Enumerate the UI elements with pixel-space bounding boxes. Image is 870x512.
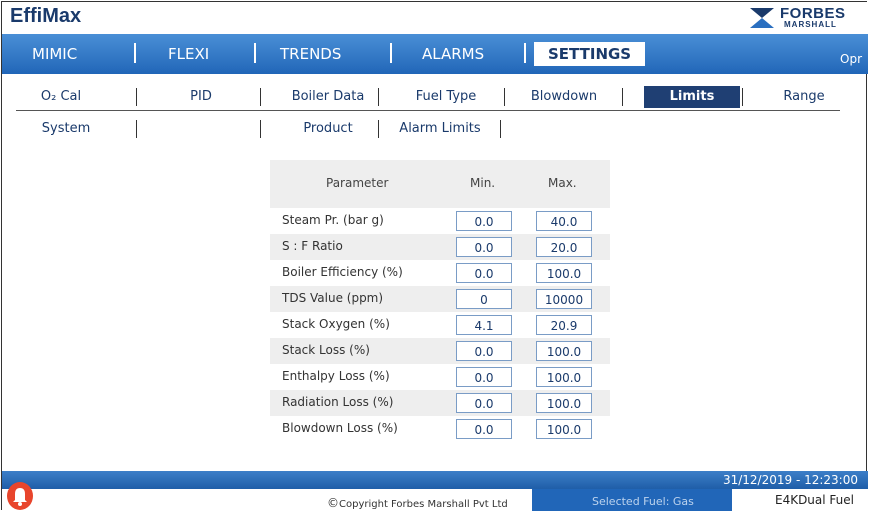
subtab-range[interactable]: Range [764,86,844,108]
subtab-system[interactable]: System [36,118,96,140]
table-row: TDS Value (ppm) 0 10000 [270,286,610,312]
forbes-logo-icon [750,8,774,28]
sub-nav-row2: System Product Alarm Limits [16,118,850,142]
table-row: Enthalpy Loss (%) 0.0 100.0 [270,364,610,390]
parameter-label: Steam Pr. (bar g) [282,213,384,227]
nav-separator [390,43,392,63]
parameter-label: Radiation Loss (%) [282,395,394,409]
subtab-blowdown[interactable]: Blowdown [514,86,614,108]
table-row: Boiler Efficiency (%) 0.0 100.0 [270,260,610,286]
table-row: Stack Oxygen (%) 4.1 20.9 [270,312,610,338]
subtab-alarm-limits[interactable]: Alarm Limits [390,118,490,140]
parameter-label: Boiler Efficiency (%) [282,265,403,279]
min-value-input[interactable]: 0.0 [456,341,512,361]
tab-flexi[interactable]: FLEXI [168,45,209,63]
copyright-symbol: © [327,496,339,510]
max-value-input[interactable]: 100.0 [536,393,592,413]
parameter-label: Blowdown Loss (%) [282,421,398,435]
alarm-bell-icon[interactable] [6,478,34,510]
main-nav: MIMIC FLEXI TRENDS ALARMS SETTINGS Opr [2,34,868,74]
max-value-input[interactable]: 10000 [536,289,592,309]
table-row: Stack Loss (%) 0.0 100.0 [270,338,610,364]
parameter-label: S : F Ratio [282,239,343,253]
table-row: S : F Ratio 0.0 20.0 [270,234,610,260]
min-value-input[interactable]: 0.0 [456,263,512,283]
max-value-input[interactable]: 20.9 [536,315,592,335]
subnav-separator [260,88,261,106]
subnav-separator [378,88,379,106]
operating-mode: E4KDual Fuel [774,493,854,507]
table-header: Parameter Min. Max. [270,160,610,208]
logo-text-line2: MARSHALL [784,20,837,29]
header-max: Max. [548,176,577,190]
subnav-separator [742,88,743,106]
min-value-input[interactable]: 4.1 [456,315,512,335]
header-min: Min. [470,176,496,190]
tab-alarms[interactable]: ALARMS [422,45,484,63]
selected-fuel: Selected Fuel: Gas [592,495,694,508]
subtab-fuel-type[interactable]: Fuel Type [396,86,496,108]
parameter-label: TDS Value (ppm) [282,291,384,305]
min-value-input[interactable]: 0.0 [456,367,512,387]
nav-separator [254,43,256,63]
subnav-separator [136,88,137,106]
copyright-text: Copyright Forbes Marshall Pvt Ltd [339,499,508,510]
sub-nav-row1: O₂ Cal PID Boiler Data Fuel Type Blowdow… [16,86,850,110]
table-row: Blowdown Loss (%) 0.0 100.0 [270,416,610,442]
footer-bar: ©Copyright Forbes Marshall Pvt Ltd Selec… [2,489,868,511]
app-title: EffiMax [10,5,82,27]
subtab-boiler-data[interactable]: Boiler Data [278,86,378,108]
subnav-separator [378,120,379,138]
status-bar: 31/12/2019 - 12:23:00 [2,471,868,489]
subtab-pid[interactable]: PID [176,86,226,108]
copyright: ©Copyright Forbes Marshall Pvt Ltd [327,496,508,510]
subnav-separator [260,120,261,138]
min-value-input[interactable]: 0 [456,289,512,309]
nav-separator [134,43,136,63]
tab-settings[interactable]: SETTINGS [534,42,646,66]
nav-separator [524,43,526,63]
max-value-input[interactable]: 100.0 [536,367,592,387]
min-value-input[interactable]: 0.0 [456,393,512,413]
table-row: Steam Pr. (bar g) 0.0 40.0 [270,208,610,234]
max-value-input[interactable]: 100.0 [536,419,592,439]
subnav-separator [136,120,137,138]
header-parameter: Parameter [326,176,389,190]
subnav-separator [500,120,501,138]
parameter-label: Stack Oxygen (%) [282,317,390,331]
parameter-label: Stack Loss (%) [282,343,370,357]
min-value-input[interactable]: 0.0 [456,211,512,231]
max-value-input[interactable]: 40.0 [536,211,592,231]
max-value-input[interactable]: 100.0 [536,263,592,283]
datetime: 31/12/2019 - 12:23:00 [722,473,858,487]
min-value-input[interactable]: 0.0 [456,237,512,257]
max-value-input[interactable]: 100.0 [536,341,592,361]
tab-mimic[interactable]: MIMIC [32,45,77,63]
subnav-separator [622,88,623,106]
subtab-product[interactable]: Product [278,118,378,140]
parameter-label: Enthalpy Loss (%) [282,369,390,383]
subnav-separator [504,88,505,106]
limits-table: Parameter Min. Max. Steam Pr. (bar g) 0.0… [270,160,610,442]
min-value-input[interactable]: 0.0 [456,419,512,439]
table-row: Radiation Loss (%) 0.0 100.0 [270,390,610,416]
app-window: EffiMax FORBES MARSHALL MIMIC FLEXI TREN… [1,1,868,511]
user-level: Opr [840,52,862,66]
tab-trends[interactable]: TRENDS [280,45,341,63]
subnav-divider [16,110,840,111]
subtab-limits[interactable]: Limits [644,86,740,108]
forbes-marshall-logo: FORBES MARSHALL [750,5,860,31]
max-value-input[interactable]: 20.0 [536,237,592,257]
title-bar: EffiMax FORBES MARSHALL [2,2,868,34]
subtab-o2-cal[interactable]: O₂ Cal [36,86,86,108]
